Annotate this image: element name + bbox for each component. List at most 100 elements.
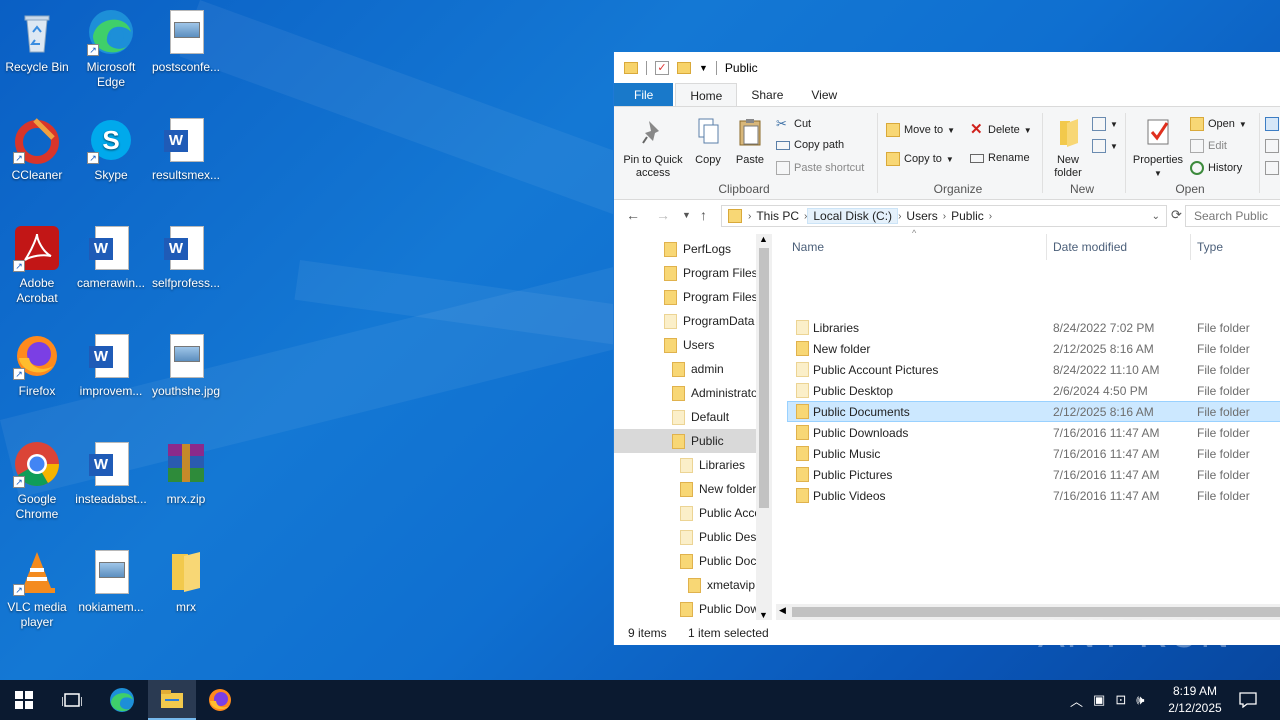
tab-file[interactable]: File	[614, 83, 674, 106]
easy-access-button[interactable]: ▼	[1092, 139, 1118, 153]
nav-item-default[interactable]: Default	[672, 405, 729, 429]
taskbar-edge-button[interactable]	[98, 680, 146, 720]
file-row[interactable]: Public Downloads 7/16/2016 11:47 AM File f…	[787, 422, 1280, 443]
properties-button[interactable]: Properties ▼	[1130, 117, 1186, 180]
tab-share[interactable]: Share	[737, 83, 797, 106]
nav-item-perflogs[interactable]: PerfLogs	[664, 237, 731, 261]
nav-item-programdata[interactable]: ProgramData	[664, 309, 754, 333]
edit-button[interactable]: Edit	[1190, 139, 1227, 153]
copy-to-button[interactable]: Copy to ▼	[886, 152, 954, 166]
back-arrow-icon[interactable]: ←	[626, 207, 640, 223]
desktop-icon-selfprofess[interactable]: W selfprofess...	[149, 224, 223, 291]
breadcrumb-this-pc[interactable]: This PC	[751, 209, 804, 223]
new-folder-quick-icon[interactable]	[677, 61, 691, 74]
start-button[interactable]	[0, 680, 48, 720]
file-row-selected[interactable]: Public Documents 2/12/2025 8:16 AM File fo…	[787, 401, 1280, 422]
desktop-icon-improvem[interactable]: W improvem...	[74, 332, 148, 399]
column-header-name[interactable]: Name	[792, 234, 824, 260]
show-hidden-icons-chevron-icon[interactable]: ︿	[1070, 691, 1083, 710]
desktop-icon-vlc[interactable]: ↗ VLC media player	[0, 548, 74, 630]
desktop-icon-mrx-folder[interactable]: mrx	[149, 548, 223, 615]
nav-item-xmetavip[interactable]: xmetavip	[688, 573, 755, 597]
action-tray-icon[interactable]: ▣	[1093, 692, 1105, 708]
file-row[interactable]: Public Desktop 2/6/2024 4:50 PM File folde…	[787, 380, 1280, 401]
tab-home[interactable]: Home	[675, 83, 738, 106]
notifications-button[interactable]	[1230, 680, 1266, 720]
scroll-left-icon[interactable]: ◀	[779, 605, 786, 616]
address-dropdown-icon[interactable]: ⌄	[1152, 211, 1160, 222]
taskbar-clock[interactable]: 8:19 AM 2/12/2025	[1160, 683, 1230, 717]
paste-button[interactable]: Paste	[732, 117, 768, 167]
refresh-icon[interactable]: ⟳	[1171, 207, 1182, 223]
tab-view[interactable]: View	[797, 83, 851, 106]
cut-button[interactable]: ✂ Cut	[776, 117, 811, 131]
desktop-icon-recycle-bin[interactable]: Recycle Bin	[0, 8, 74, 75]
desktop-icon-google-chrome[interactable]: ↗ Google Chrome	[0, 440, 74, 522]
address-bar[interactable]: › This PC › Local Disk (C:) › Users › Pu…	[721, 205, 1167, 227]
nav-item-administrator[interactable]: Administrator	[672, 381, 762, 405]
column-header-date-modified[interactable]: Date modified	[1053, 234, 1127, 260]
scrollbar-thumb[interactable]	[759, 248, 769, 508]
search-input[interactable]: Search Public	[1185, 205, 1280, 227]
breadcrumb-public[interactable]: Public	[946, 209, 989, 223]
desktop-icon-camerawin[interactable]: W camerawin...	[74, 224, 148, 291]
desktop-icon-skype[interactable]: S ↗ Skype	[74, 116, 148, 183]
move-to-button[interactable]: Move to ▼	[886, 123, 955, 137]
pin-to-quick-access-button[interactable]: Pin to Quick access	[620, 117, 686, 180]
quick-access-dropdown-icon[interactable]: ▼	[699, 63, 708, 73]
forward-arrow-icon[interactable]: →	[656, 207, 670, 223]
desktop-icon-insteadabst[interactable]: W insteadabst...	[74, 440, 148, 507]
file-row[interactable]: Public Music 7/16/2016 11:47 AM File folde…	[787, 443, 1280, 464]
navigation-scrollbar[interactable]: ▲ ▼	[756, 234, 772, 620]
rename-button[interactable]: Rename	[970, 152, 1030, 164]
nav-item-new-folder[interactable]: New folder	[680, 477, 756, 501]
desktop-icon-edge[interactable]: ↗ Microsoft Edge	[74, 8, 148, 90]
desktop-icon-resultsmex[interactable]: W resultsmex...	[149, 116, 223, 183]
column-header-type[interactable]: Type	[1197, 234, 1223, 260]
copy-button[interactable]: Copy	[690, 117, 726, 167]
nav-item-libraries[interactable]: Libraries	[680, 453, 745, 477]
desktop-icon-mrx-zip[interactable]: mrx.zip	[149, 440, 223, 507]
file-row[interactable]: Public Account Pictures 8/24/2022 11:10 A…	[787, 359, 1280, 380]
select-none-button[interactable]	[1265, 139, 1279, 153]
paste-shortcut-button[interactable]: Paste shortcut	[776, 161, 864, 175]
task-view-button[interactable]	[48, 680, 96, 720]
select-all-button[interactable]	[1265, 117, 1279, 131]
taskbar-firefox-button[interactable]	[196, 680, 244, 720]
recent-locations-chevron-icon[interactable]: ▼	[682, 210, 691, 220]
nav-item-program-files[interactable]: Program Files	[664, 261, 758, 285]
scroll-down-icon[interactable]: ▼	[759, 610, 768, 620]
desktop-icon-nokiamem[interactable]: nokiamem...	[74, 548, 148, 615]
open-button[interactable]: Open ▼	[1190, 117, 1247, 131]
new-item-button[interactable]: ▼	[1092, 117, 1118, 131]
desktop-icon-firefox[interactable]: ↗ Firefox	[0, 332, 74, 399]
nav-item-public[interactable]: Public	[614, 429, 756, 453]
desktop-icon-postsconfe[interactable]: postsconfe...	[149, 8, 223, 75]
taskbar-file-explorer-button[interactable]	[148, 680, 196, 720]
nav-item-admin[interactable]: admin	[672, 357, 724, 381]
folder-icon	[680, 601, 693, 617]
breadcrumb-local-disk[interactable]: Local Disk (C:)	[807, 208, 899, 224]
navigation-pane: PerfLogs Program Files Program Files (x8…	[614, 234, 772, 620]
delete-button[interactable]: ✕ Delete ▼	[970, 122, 1032, 137]
edge-icon	[110, 688, 134, 712]
invert-selection-button[interactable]	[1265, 161, 1279, 175]
acrobat-icon: ↗	[13, 224, 61, 272]
properties-quick-icon[interactable]: ✓	[655, 60, 669, 75]
file-row[interactable]: Public Pictures 7/16/2016 11:47 AM File fo…	[787, 464, 1280, 485]
network-icon[interactable]: ⊡	[1115, 692, 1126, 708]
volume-icon[interactable]: 🕪	[1136, 692, 1144, 708]
history-button[interactable]: History	[1190, 161, 1242, 175]
nav-item-users[interactable]: Users	[664, 333, 714, 357]
desktop-icon-ccleaner[interactable]: ↗ CCleaner	[0, 116, 74, 183]
up-arrow-icon[interactable]: ↑	[700, 207, 707, 223]
breadcrumb-users[interactable]: Users	[901, 209, 942, 223]
desktop-icon-adobe-acrobat[interactable]: ↗ Adobe Acrobat	[0, 224, 74, 306]
scroll-up-icon[interactable]: ▲	[759, 234, 768, 244]
file-row[interactable]: Libraries 8/24/2022 7:02 PM File folder	[787, 317, 1280, 338]
copy-path-button[interactable]: Copy path	[776, 139, 844, 151]
file-row[interactable]: Public Videos 7/16/2016 11:47 AM File fold…	[787, 485, 1280, 506]
new-folder-button[interactable]: New folder	[1046, 117, 1090, 180]
desktop-icon-youthshe[interactable]: youthshe.jpg	[149, 332, 223, 399]
file-row[interactable]: New folder 2/12/2025 8:16 AM File folder	[787, 338, 1280, 359]
